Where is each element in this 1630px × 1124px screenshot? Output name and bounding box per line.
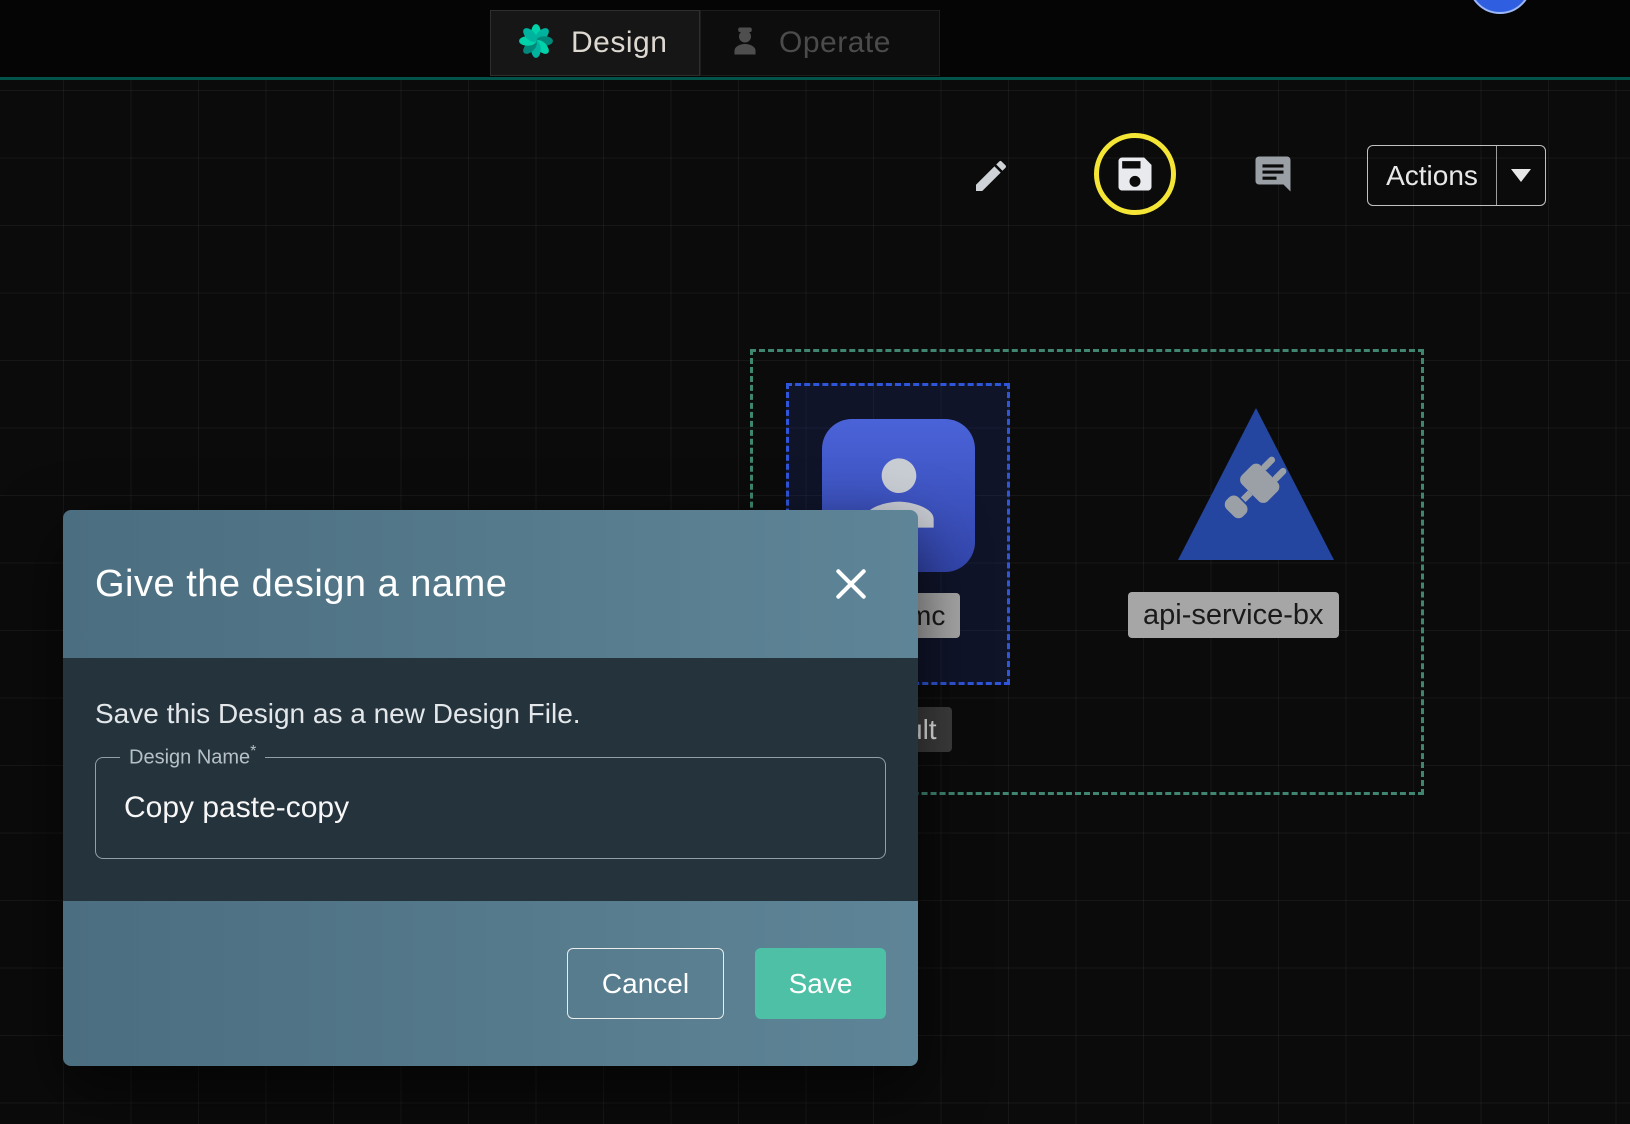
- field-label-text: Design Name: [129, 747, 250, 769]
- save-floppy-icon[interactable]: [1113, 152, 1157, 196]
- modal-footer: Cancel Save: [63, 901, 918, 1066]
- actions-button-label[interactable]: Actions: [1368, 146, 1497, 205]
- design-name-field-label: Design Name*: [120, 743, 265, 770]
- operator-icon: [727, 23, 763, 64]
- save-design-modal: Give the design a name Save this Design …: [63, 510, 918, 1066]
- edit-pencil-icon[interactable]: [969, 154, 1013, 198]
- design-name-field[interactable]: Design Name*: [95, 757, 886, 859]
- actions-dropdown-toggle[interactable]: [1497, 146, 1545, 205]
- design-canvas[interactable]: Actions mc ult: [0, 80, 1630, 1124]
- cancel-button[interactable]: Cancel: [567, 948, 724, 1019]
- meshery-logo-icon: [517, 22, 555, 65]
- modal-header: Give the design a name: [63, 510, 918, 658]
- save-button[interactable]: Save: [755, 948, 886, 1019]
- save-highlight-ring: [1094, 133, 1176, 215]
- app-window: Design Operate: [0, 0, 1630, 1124]
- close-icon[interactable]: [828, 561, 874, 607]
- modal-description: Save this Design as a new Design File.: [95, 698, 886, 730]
- comment-icon[interactable]: [1251, 152, 1295, 196]
- actions-button[interactable]: Actions: [1367, 145, 1546, 206]
- tab-operate[interactable]: Operate: [700, 10, 940, 76]
- design-name-input[interactable]: [96, 758, 885, 858]
- required-asterisk: *: [250, 743, 256, 760]
- modal-body: Save this Design as a new Design File. D…: [63, 658, 918, 901]
- tab-design[interactable]: Design: [490, 10, 700, 76]
- top-navbar: Design Operate: [0, 0, 1630, 80]
- avatar[interactable]: [1468, 0, 1532, 14]
- api-service-node-label: api-service-bx: [1128, 592, 1339, 638]
- chevron-down-icon: [1511, 169, 1531, 182]
- tab-operate-label: Operate: [779, 26, 891, 60]
- modal-title: Give the design a name: [95, 563, 507, 606]
- tab-design-label: Design: [571, 26, 667, 60]
